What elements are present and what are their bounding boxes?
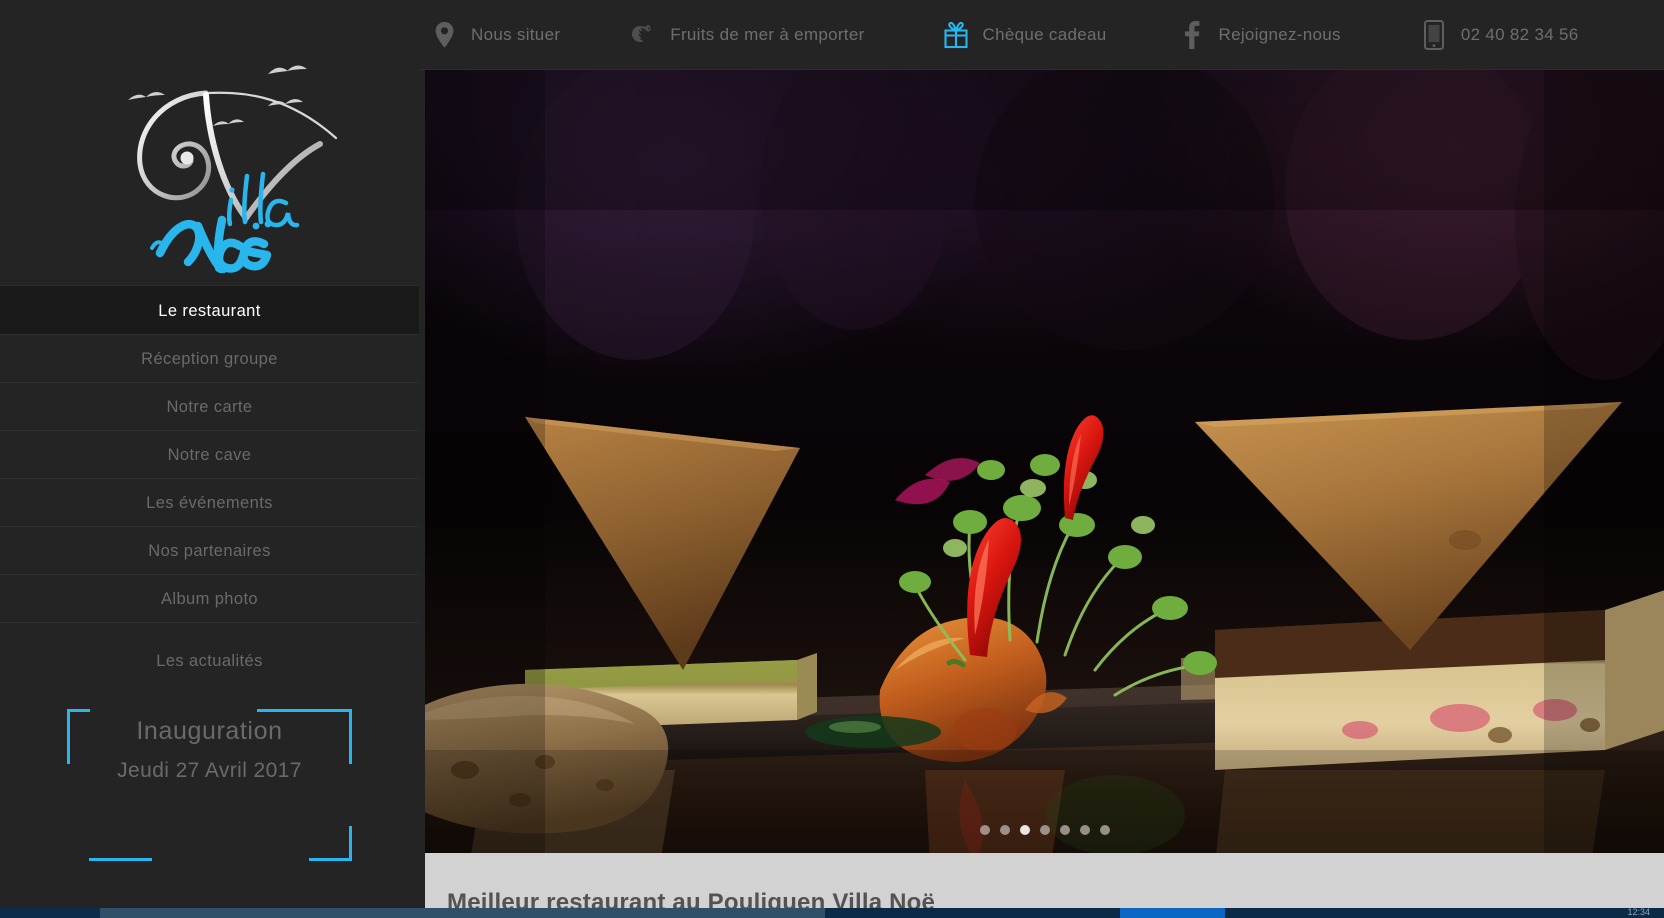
mobile-phone-icon <box>1421 19 1447 51</box>
gift-icon <box>943 19 969 51</box>
topbar-item-phone[interactable]: 02 40 82 34 56 <box>1421 19 1579 51</box>
bracket-bottom-right-vertical <box>349 826 352 861</box>
taskbar-clock[interactable]: 12:34 <box>1627 907 1650 918</box>
topbar-item-fruits-de-mer[interactable]: Fruits de mer à emporter <box>630 19 864 51</box>
browser-viewport: Le restaurant Réception groupe Notre car… <box>0 0 1664 918</box>
os-taskbar[interactable]: 12:34 <box>0 907 1664 918</box>
promo-title: Inauguration <box>136 717 283 745</box>
sidebar-item-les-actualites[interactable]: Les actualités <box>0 637 419 685</box>
taskbar-blank-region <box>825 908 1120 918</box>
slider-dot-1[interactable] <box>979 825 990 835</box>
topbar-item-label: Nous situer <box>471 24 561 44</box>
promo-inauguration[interactable]: Inauguration Jeudi 27 Avril 2017 <box>67 709 352 889</box>
promo-date: Jeudi 27 Avril 2017 <box>117 759 302 782</box>
top-utility-bar: Nous situer Fruits de mer à emporter Chè… <box>419 0 1664 70</box>
hero-slider[interactable] <box>425 70 1664 853</box>
sidebar-item-les-evenements[interactable]: Les événements <box>0 479 419 527</box>
sidebar-item-label: Les événements <box>146 494 273 512</box>
sidebar-item-label: Réception groupe <box>141 350 278 368</box>
sidebar-nav: Le restaurant Réception groupe Notre car… <box>0 285 419 685</box>
sidebar-item-notre-cave[interactable]: Notre cave <box>0 431 419 479</box>
taskbar-highlighted-app[interactable] <box>1120 908 1225 918</box>
page-title: Meilleur restaurant au Pouliguen Villa N… <box>447 889 936 908</box>
topbar-item-cheque-cadeau[interactable]: Chèque cadeau <box>943 19 1107 51</box>
slider-dot-6[interactable] <box>1079 825 1090 835</box>
topbar-item-label: Fruits de mer à emporter <box>670 24 865 44</box>
topbar-item-label: Chèque cadeau <box>982 24 1107 44</box>
slider-dot-2[interactable] <box>999 825 1010 835</box>
taskbar-start-button[interactable] <box>0 908 100 918</box>
sidebar-item-le-restaurant[interactable]: Le restaurant <box>0 285 419 335</box>
sidebar-item-label: Album photo <box>160 590 259 608</box>
sidebar: Le restaurant Réception groupe Notre car… <box>0 0 419 918</box>
sidebar-item-label: Les actualités <box>156 652 263 670</box>
slider-dot-5[interactable] <box>1059 825 1070 835</box>
bracket-bottom-left-horizontal <box>89 858 152 861</box>
topbar-item-rejoignez-nous[interactable]: Rejoignez-nous <box>1179 19 1341 51</box>
sidebar-item-label: Nos partenaires <box>148 542 271 560</box>
villa-noe-logo-svg <box>128 65 338 273</box>
topbar-item-label: 02 40 82 34 56 <box>1460 24 1579 44</box>
sidebar-item-nos-partenaires[interactable]: Nos partenaires <box>0 527 419 575</box>
location-pin-icon <box>431 19 457 51</box>
bracket-top-left-horizontal <box>67 709 90 712</box>
sidebar-item-notre-carte[interactable]: Notre carte <box>0 383 419 431</box>
bracket-bottom-right-horizontal <box>309 858 352 861</box>
hero-image-foie-gras <box>425 70 1664 853</box>
shrimp-icon <box>630 19 656 51</box>
site-logo[interactable] <box>0 0 419 285</box>
topbar-item-label: Rejoignez-nous <box>1218 24 1341 44</box>
content-panel: Meilleur restaurant au Pouliguen Villa N… <box>425 853 1664 908</box>
slider-dots[interactable] <box>425 825 1664 835</box>
sidebar-item-album-photo[interactable]: Album photo <box>0 575 419 623</box>
slider-dot-7[interactable] <box>1099 825 1110 835</box>
slider-dot-4[interactable] <box>1039 825 1050 835</box>
sidebar-item-reception-groupe[interactable]: Réception groupe <box>0 335 419 383</box>
taskbar-tray-region <box>1225 908 1664 918</box>
sidebar-item-label: Notre carte <box>166 398 253 416</box>
taskbar-active-window[interactable] <box>100 908 825 918</box>
slider-dot-3[interactable] <box>1019 825 1030 835</box>
facebook-icon <box>1179 19 1205 51</box>
sidebar-item-label: Notre cave <box>167 446 252 464</box>
topbar-item-nous-situer[interactable]: Nous situer <box>431 19 560 51</box>
sidebar-item-label: Le restaurant <box>158 302 261 320</box>
bracket-top-right-horizontal <box>257 709 352 712</box>
